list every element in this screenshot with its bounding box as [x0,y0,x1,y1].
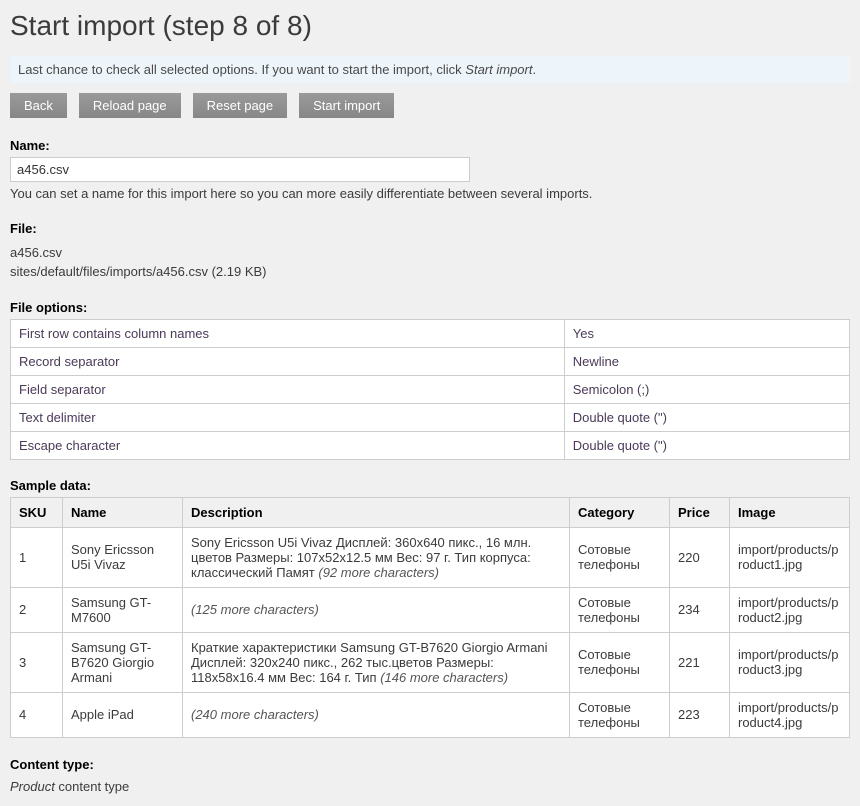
info-text-em: Start import [465,62,532,77]
file-option-value: Newline [564,347,849,375]
cell-image: import/products/product2.jpg [730,587,850,632]
file-option-row: Escape characterDouble quote (") [11,431,850,459]
header-name: Name [63,497,183,527]
table-row: 3Samsung GT-B7620 Giorgio ArmaniКраткие … [11,632,850,692]
file-option-row: First row contains column namesYes [11,319,850,347]
cell-name: Samsung GT-M7600 [63,587,183,632]
file-options-table: First row contains column namesYesRecord… [10,319,850,460]
back-button[interactable]: Back [10,93,67,118]
page-title: Start import (step 8 of 8) [10,10,850,42]
file-option-value: Yes [564,319,849,347]
file-option-row: Text delimiterDouble quote (") [11,403,850,431]
description-more: (92 more characters) [318,565,439,580]
content-type-post: content type [55,779,129,794]
file-option-row: Record separatorNewline [11,347,850,375]
cell-sku: 4 [11,692,63,737]
header-sku: SKU [11,497,63,527]
content-type-em: Product [10,779,55,794]
cell-image: import/products/product4.jpg [730,692,850,737]
name-help: You can set a name for this import here … [10,186,850,201]
file-label: File: [10,219,850,239]
description-more: (240 more characters) [191,707,319,722]
cell-description: Sony Ericsson U5i Vivaz Дисплей: 360x640… [183,527,570,587]
file-option-key: Field separator [11,375,565,403]
content-type-label: Content type: [10,756,850,774]
file-option-key: Record separator [11,347,565,375]
cell-category: Сотовые телефоны [570,692,670,737]
header-image: Image [730,497,850,527]
cell-sku: 3 [11,632,63,692]
file-name: a456.csv [10,243,850,263]
table-row: 2Samsung GT-M7600 (125 more characters) Со… [11,587,850,632]
cell-image: import/products/product3.jpg [730,632,850,692]
cell-category: Сотовые телефоны [570,587,670,632]
header-description: Description [183,497,570,527]
header-category: Category [570,497,670,527]
reload-page-button[interactable]: Reload page [79,93,181,118]
cell-sku: 2 [11,587,63,632]
table-row: 1Sony Ericsson U5i VivazSony Ericsson U5… [11,527,850,587]
start-import-button[interactable]: Start import [299,93,394,118]
cell-price: 221 [670,632,730,692]
file-option-key: First row contains column names [11,319,565,347]
cell-category: Сотовые телефоны [570,632,670,692]
file-option-key: Escape character [11,431,565,459]
file-option-key: Text delimiter [11,403,565,431]
info-banner: Last chance to check all selected option… [10,56,850,83]
header-price: Price [670,497,730,527]
reset-page-button[interactable]: Reset page [193,93,288,118]
file-option-value: Double quote (") [564,431,849,459]
sample-data-label: Sample data: [10,478,850,493]
table-row: 4Apple iPad (240 more characters) Сотовые … [11,692,850,737]
cell-description: (125 more characters) [183,587,570,632]
file-option-row: Field separatorSemicolon (;) [11,375,850,403]
info-text-pre: Last chance to check all selected option… [18,62,465,77]
cell-name: Samsung GT-B7620 Giorgio Armani [63,632,183,692]
cell-price: 223 [670,692,730,737]
cell-description: (240 more characters) [183,692,570,737]
file-option-value: Semicolon (;) [564,375,849,403]
description-more: (125 more characters) [191,602,319,617]
file-option-value: Double quote (") [564,403,849,431]
file-path: sites/default/files/imports/a456.csv (2.… [10,262,850,282]
cell-category: Сотовые телефоны [570,527,670,587]
sample-header-row: SKU Name Description Category Price Imag… [11,497,850,527]
action-buttons: Back Reload page Reset page Start import [10,93,850,118]
name-label: Name: [10,138,850,153]
cell-price: 234 [670,587,730,632]
sample-data-table: SKU Name Description Category Price Imag… [10,497,850,738]
file-options-label: File options: [10,300,850,315]
description-more: (146 more characters) [380,670,508,685]
import-name-input[interactable] [10,157,470,182]
cell-image: import/products/product1.jpg [730,527,850,587]
info-text-post: . [532,62,536,77]
content-type-value: Product content type [10,778,850,796]
cell-sku: 1 [11,527,63,587]
cell-price: 220 [670,527,730,587]
cell-description: Краткие характеристики Samsung GT-B7620 … [183,632,570,692]
cell-name: Sony Ericsson U5i Vivaz [63,527,183,587]
cell-name: Apple iPad [63,692,183,737]
